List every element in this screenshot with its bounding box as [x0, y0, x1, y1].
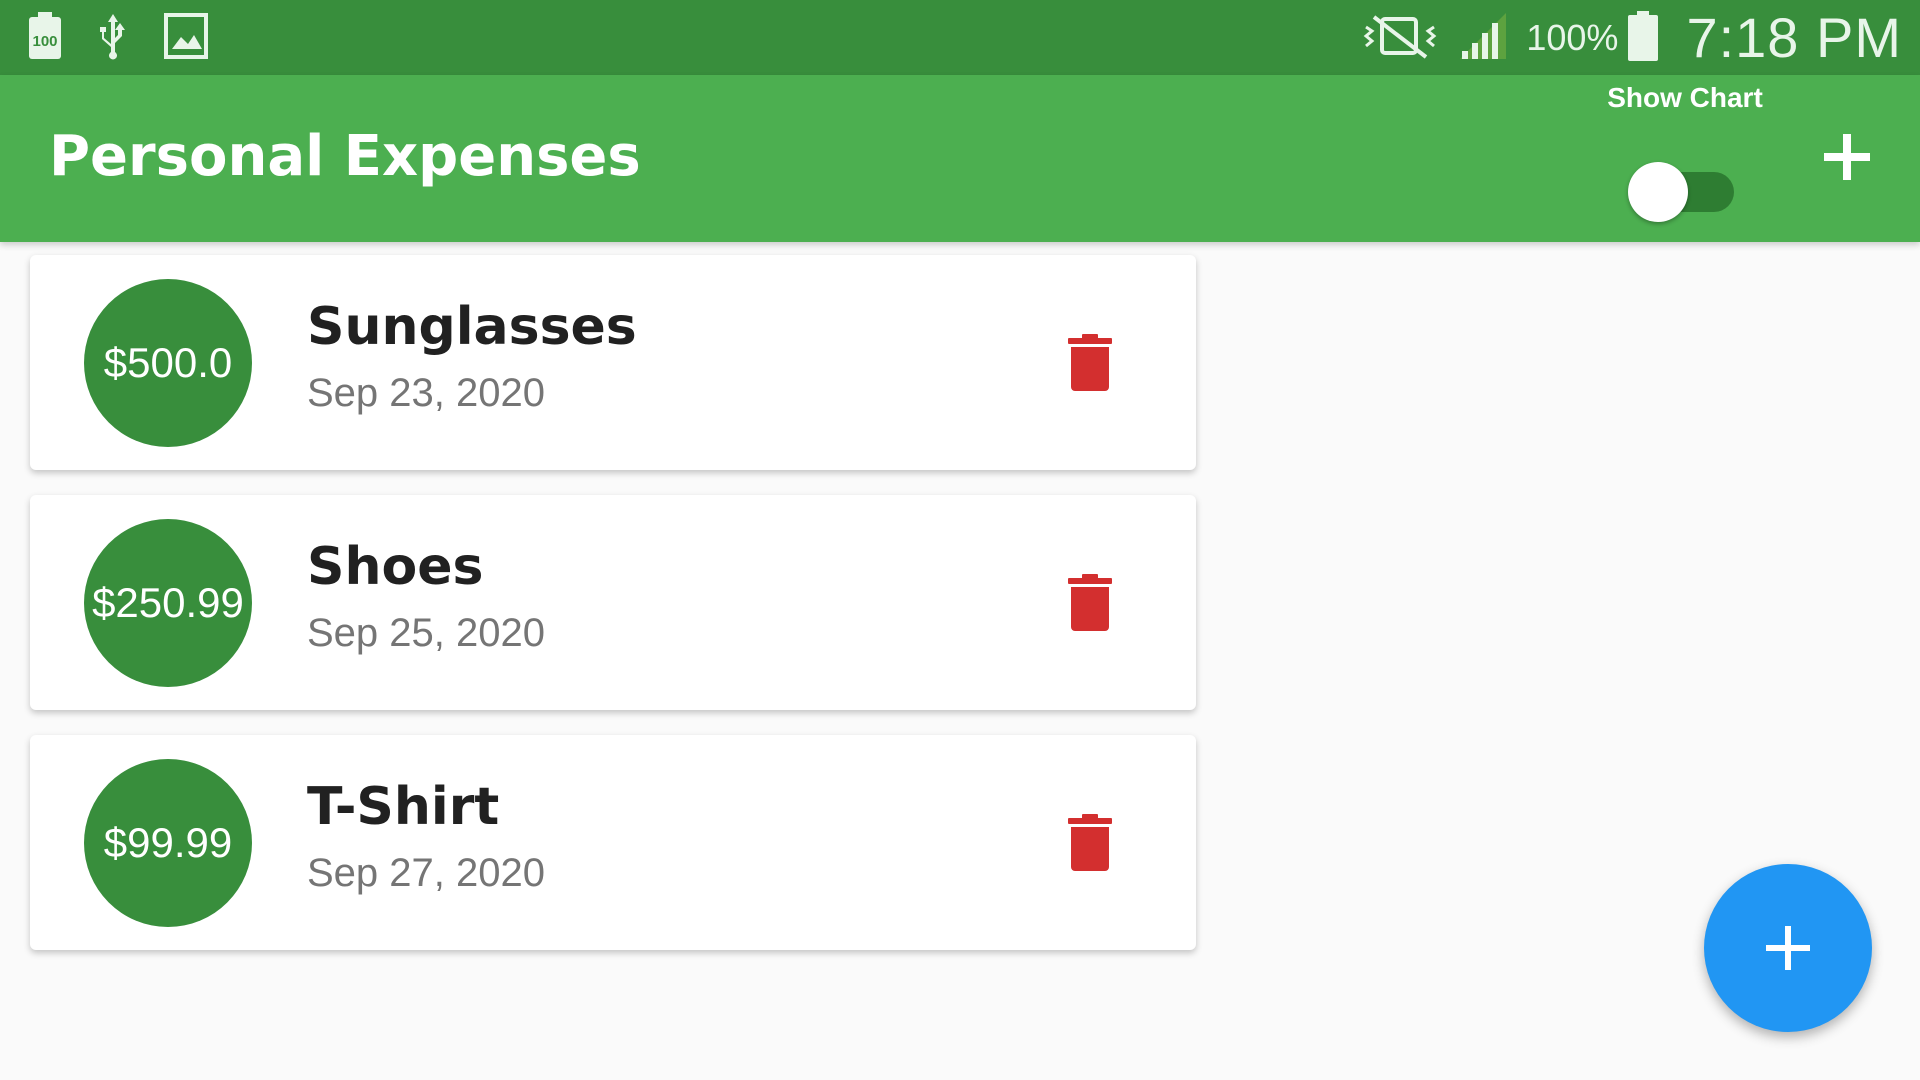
transaction-date: Sep 25, 2020	[307, 611, 545, 655]
image-icon	[164, 13, 208, 63]
signal-icon	[1458, 11, 1508, 65]
delete-button[interactable]	[1050, 803, 1130, 883]
plus-icon	[1766, 926, 1810, 970]
amount-text: $250.99	[92, 579, 244, 626]
show-chart-label: Show Chart	[1607, 82, 1763, 113]
show-chart-toggle[interactable]	[1628, 157, 1736, 222]
transaction-title: T-Shirt	[307, 777, 500, 837]
usb-icon	[96, 12, 130, 64]
amount-avatar: $500.0	[84, 279, 252, 447]
vibrate-off-icon	[1362, 13, 1438, 63]
delete-button[interactable]	[1050, 323, 1130, 403]
transaction-title: Shoes	[307, 537, 484, 597]
transaction-card: $500.0 Sunglasses Sep 23, 2020	[30, 255, 1196, 470]
delete-button[interactable]	[1050, 563, 1130, 643]
battery-notification-label: 100	[32, 33, 57, 50]
plus-icon	[1824, 134, 1870, 180]
transaction-card: $250.99 Shoes Sep 25, 2020	[30, 495, 1196, 710]
transaction-date: Sep 23, 2020	[307, 371, 545, 415]
transaction-card: $99.99 T-Shirt Sep 27, 2020	[30, 735, 1196, 950]
add-transaction-button[interactable]	[1818, 128, 1876, 186]
page-title: Personal Expenses	[49, 124, 641, 189]
amount-avatar: $99.99	[84, 759, 252, 927]
trash-icon	[1068, 334, 1112, 391]
app-bar: Personal Expenses Show Chart	[0, 75, 1920, 242]
fab-add-button[interactable]	[1704, 864, 1872, 1032]
battery-percent: 100%	[1526, 16, 1619, 58]
amount-text: $99.99	[103, 819, 233, 866]
clock: 7:18 PM	[1686, 6, 1902, 69]
battery-100-notification-icon: 100	[28, 12, 62, 64]
status-bar: 100 100% 7:18 PM	[0, 0, 1920, 75]
amount-avatar: $250.99	[84, 519, 252, 687]
transaction-date: Sep 27, 2020	[307, 851, 545, 895]
transaction-list: $500.0 Sunglasses Sep 23, 2020 $250.99 S…	[30, 255, 1196, 975]
toggle-thumb	[1628, 162, 1688, 222]
transaction-title: Sunglasses	[307, 297, 637, 357]
trash-icon	[1068, 814, 1112, 871]
status-bar-right: 100% 7:18 PM	[1362, 0, 1902, 75]
status-bar-left: 100	[28, 12, 208, 64]
trash-icon	[1068, 574, 1112, 631]
amount-text: $500.0	[103, 339, 233, 386]
battery-icon	[1628, 10, 1659, 65]
